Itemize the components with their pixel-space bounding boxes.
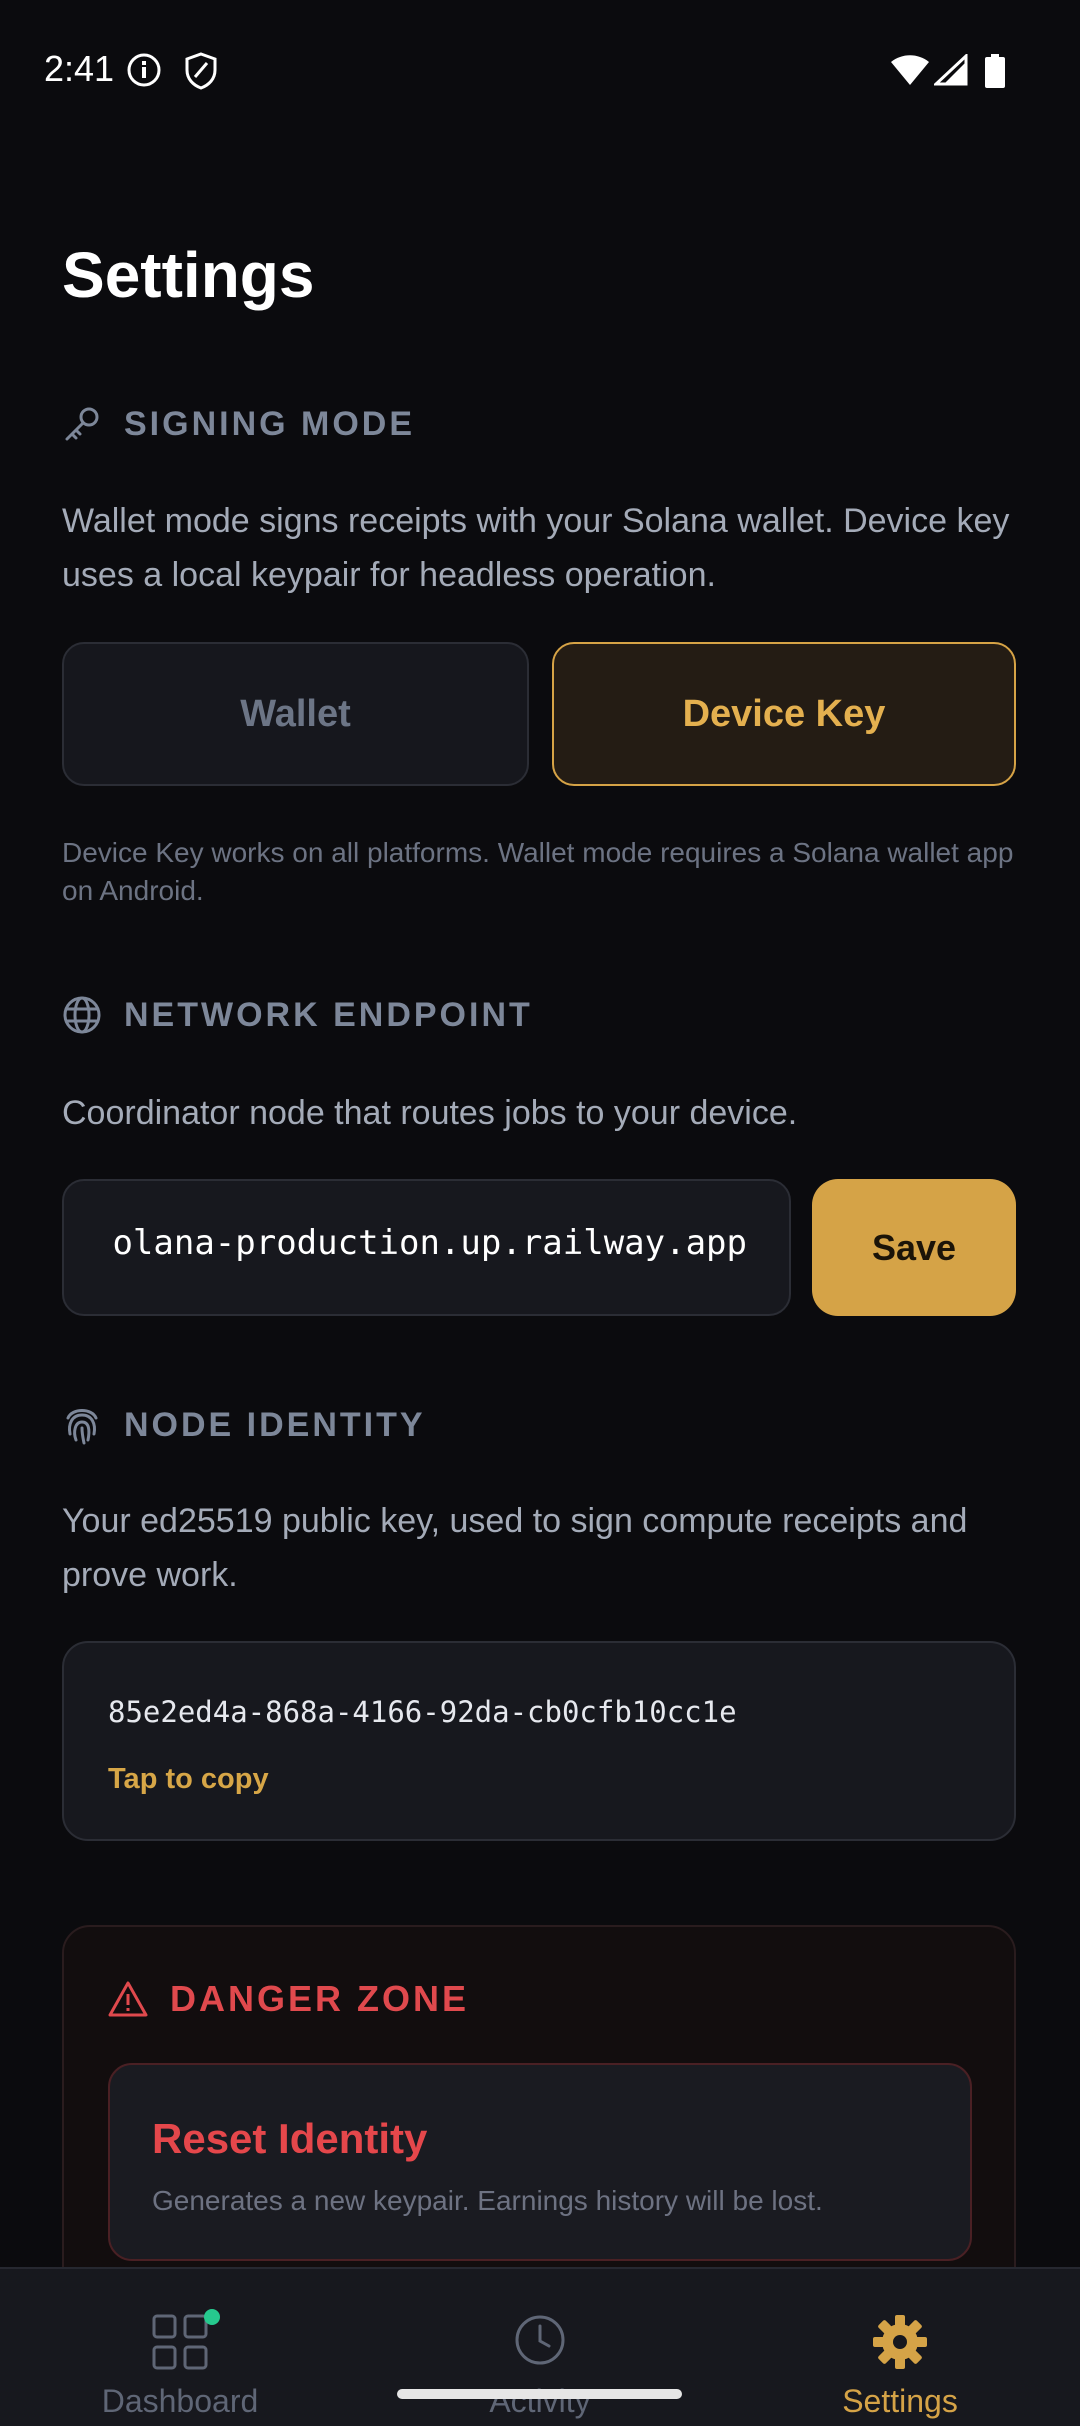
signing-mode-note: Device Key works on all platforms. Walle… [62,837,1014,906]
globe-icon [63,996,101,1034]
clock-icon [515,2315,565,2365]
nav-label-settings: Settings [842,2383,958,2419]
key-icon [65,407,99,441]
gear-icon [873,2315,927,2369]
reset-identity-button[interactable]: Reset Identity Generates a new keypair. … [108,2063,972,2261]
device-key-mode-button[interactable]: Device Key [552,642,1016,786]
tap-to-copy-label[interactable]: Tap to copy [108,1763,269,1796]
signal-icon [934,54,968,86]
danger-zone-heading: DANGER ZONE [170,1978,470,2019]
nav-item-activity[interactable]: Activity [360,2269,720,2426]
public-key-value: 85e2ed4a-868a-4166-92da-cb0cfb10cc1e [108,1695,737,1729]
shield-icon [185,52,217,90]
notification-dot [204,2309,220,2325]
grid-icon [152,2314,208,2370]
battery-icon [985,54,1005,88]
signing-mode-header: SIGNING MODE [62,404,415,444]
fingerprint-icon [66,1409,98,1445]
gesture-bar[interactable] [397,2389,682,2399]
nav-item-settings[interactable]: Settings [720,2269,1080,2426]
wallet-mode-button[interactable]: Wallet [62,642,529,786]
node-identity-description: Your ed25519 public key, used to sign co… [62,1502,968,1594]
bottom-nav: Dashboard Activity Settings [0,2267,1080,2426]
danger-zone-header: DANGER ZONE [108,1978,469,2020]
status-time: 2:41 [44,48,115,89]
reset-identity-description: Generates a new keypair. Earnings histor… [152,2185,823,2216]
info-icon [127,53,161,87]
network-endpoint-header: NETWORK ENDPOINT [62,995,533,1035]
network-endpoint-description: Coordinator node that routes jobs to you… [62,1094,798,1132]
wifi-icon [891,55,929,85]
nav-item-dashboard[interactable]: Dashboard [0,2269,360,2426]
network-endpoint-heading: NETWORK ENDPOINT [124,995,533,1034]
page-title: Settings [62,239,315,311]
signing-mode-heading: SIGNING MODE [124,404,416,443]
warning-icon [108,1981,148,2017]
node-identity-header: NODE IDENTITY [62,1404,426,1446]
save-button[interactable]: Save [812,1179,1016,1316]
node-identity-heading: NODE IDENTITY [124,1405,426,1444]
nav-label-dashboard: Dashboard [101,2383,259,2419]
signing-mode-description: Wallet mode signs receipts with your Sol… [62,502,1010,594]
endpoint-value: olana-production.up.railway.app [112,1223,747,1263]
endpoint-input[interactable]: olana-production.up.railway.app [62,1179,791,1316]
reset-identity-title: Reset Identity [152,2115,428,2162]
identity-key-card[interactable]: 85e2ed4a-868a-4166-92da-cb0cfb10cc1e Tap… [62,1641,1016,1841]
